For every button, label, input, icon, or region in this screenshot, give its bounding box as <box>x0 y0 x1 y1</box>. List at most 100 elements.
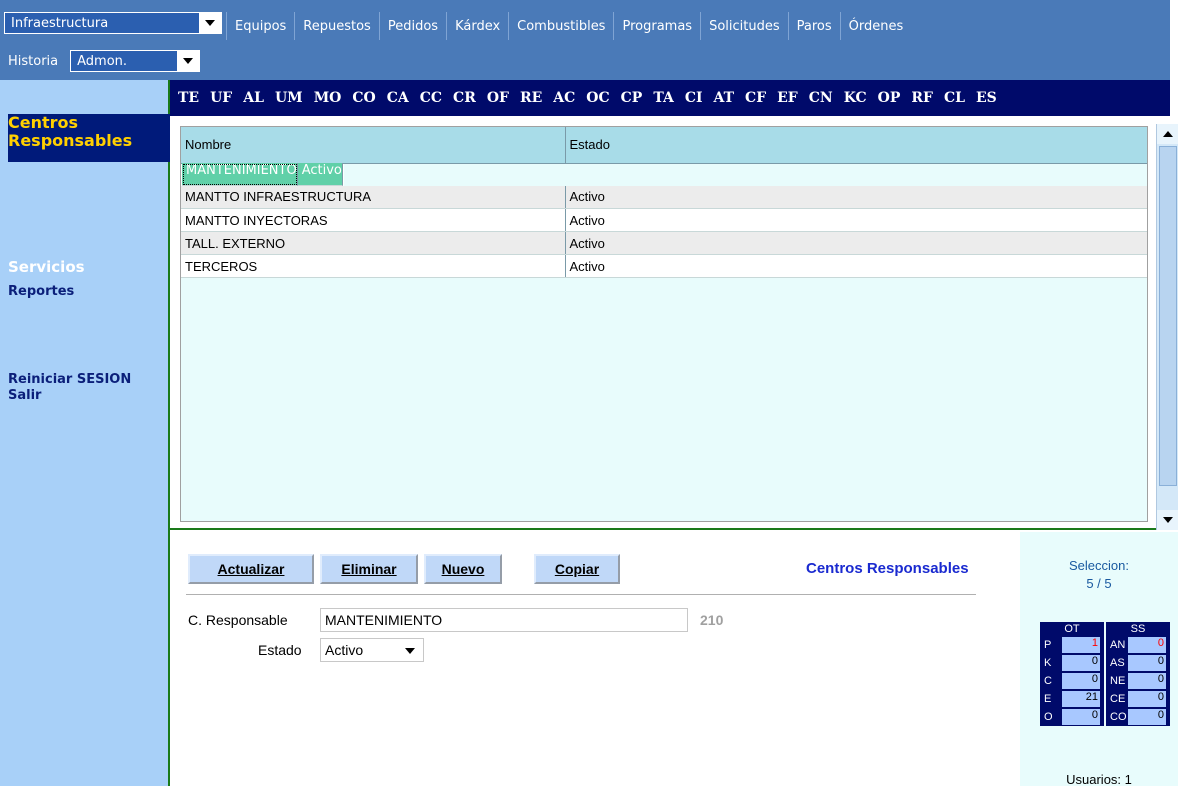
nav-programas[interactable]: Programas <box>613 12 700 40</box>
sidebar-link-salir[interactable]: Salir <box>8 388 41 403</box>
scroll-down-icon[interactable] <box>1157 510 1178 530</box>
cell-nombre[interactable]: MANTENIMIENTO <box>182 163 298 186</box>
table-row[interactable]: MANTTO INFRAESTRUCTURA Activo <box>181 185 1147 209</box>
sidebar-services-heading: Servicios <box>8 258 85 276</box>
estado-select[interactable]: Activo <box>320 638 424 662</box>
ss-counter-key: NE <box>1110 675 1126 687</box>
copy-button[interactable]: Copiar <box>534 554 620 584</box>
cell-estado[interactable]: Activo <box>297 163 343 186</box>
vertical-scrollbar[interactable] <box>1156 124 1178 530</box>
ss-counter-value[interactable]: 0 <box>1128 637 1166 653</box>
code-link-cp[interactable]: CP <box>621 90 643 106</box>
cell-nombre[interactable]: TERCEROS <box>181 254 566 278</box>
column-header-estado[interactable]: Estado <box>565 127 1147 164</box>
code-link-es[interactable]: ES <box>976 90 997 106</box>
cell-estado[interactable]: Activo <box>565 208 1147 232</box>
cell-estado[interactable]: Activo <box>565 254 1147 278</box>
scroll-thumb[interactable] <box>1159 146 1177 486</box>
code-link-rf[interactable]: RF <box>911 90 933 106</box>
table-row[interactable]: MANTENIMIENTO Activo <box>181 163 344 186</box>
update-button[interactable]: Actualizar <box>188 554 314 584</box>
ss-counter-key: AS <box>1110 657 1125 669</box>
ss-counter-row: CE 0 <box>1106 690 1170 708</box>
code-link-ta[interactable]: TA <box>653 90 674 106</box>
ss-counter-key: AN <box>1110 639 1126 651</box>
nav-ordenes[interactable]: Órdenes <box>839 12 912 40</box>
code-link-of[interactable]: OF <box>487 90 509 106</box>
code-link-um[interactable]: UM <box>275 90 303 106</box>
ot-counter-key: O <box>1044 711 1053 723</box>
code-link-co[interactable]: CO <box>352 90 375 106</box>
code-link-cn[interactable]: CN <box>809 90 833 106</box>
code-link-cf[interactable]: CF <box>745 90 766 106</box>
ot-counter-row: K0 <box>1040 654 1104 672</box>
ss-counter-row: AN 0 <box>1106 636 1170 654</box>
code-link-ca[interactable]: CA <box>387 90 409 106</box>
ss-counter-value[interactable]: 0 <box>1128 709 1166 725</box>
nav-combustibles[interactable]: Combustibles <box>508 12 613 40</box>
ss-counter-value[interactable]: 0 <box>1128 691 1166 707</box>
table-row[interactable]: MANTTO INYECTORAS Activo <box>181 208 1147 232</box>
admin-select[interactable]: Admon. <box>70 50 201 72</box>
column-header-nombre[interactable]: Nombre <box>181 127 566 164</box>
c-responsable-input[interactable]: MANTENIMIENTO <box>320 608 688 632</box>
table-row[interactable]: TERCEROS Activo <box>181 254 1147 278</box>
delete-button[interactable]: Eliminar <box>320 554 418 584</box>
code-link-re[interactable]: RE <box>520 90 542 106</box>
ot-counter-key: C <box>1044 675 1052 687</box>
code-link-kc[interactable]: KC <box>844 90 867 106</box>
ot-counter-key: E <box>1044 693 1052 705</box>
code-link-cc[interactable]: CC <box>420 90 442 106</box>
code-link-op[interactable]: OP <box>878 90 901 106</box>
ot-counter-value[interactable]: 1 <box>1062 637 1100 653</box>
ot-counter-value[interactable]: 0 <box>1062 709 1100 725</box>
nav-solicitudes[interactable]: Solicitudes <box>700 12 788 40</box>
sidebar-title: Centros Responsables <box>8 114 170 162</box>
code-link-uf[interactable]: UF <box>210 90 232 106</box>
ss-title: SS <box>1130 623 1146 635</box>
cell-estado[interactable]: Activo <box>565 185 1147 209</box>
ss-counter-value[interactable]: 0 <box>1128 673 1166 689</box>
ot-counter-value[interactable]: 0 <box>1062 673 1100 689</box>
table-row[interactable]: TALL. EXTERNO Activo <box>181 231 1147 255</box>
nav-row-secondary: Historia Admon. <box>0 48 1170 74</box>
code-link-cr[interactable]: CR <box>453 90 476 106</box>
scroll-up-icon[interactable] <box>1157 124 1178 144</box>
code-link-at[interactable]: AT <box>714 90 735 106</box>
selection-value: 5 / 5 <box>1086 576 1112 591</box>
code-link-mo[interactable]: MO <box>314 90 342 106</box>
label-estado: Estado <box>258 642 302 658</box>
cell-nombre[interactable]: MANTTO INYECTORAS <box>181 208 566 232</box>
nav-repuestos[interactable]: Repuestos <box>294 12 379 40</box>
cell-nombre[interactable]: MANTTO INFRAESTRUCTURA <box>181 185 566 209</box>
code-link-ci[interactable]: CI <box>685 90 703 106</box>
code-link-ac[interactable]: AC <box>553 90 575 106</box>
users-count: Usuarios: 1 <box>1066 772 1132 786</box>
new-button[interactable]: Nuevo <box>424 554 502 584</box>
centros-table: Nombre Estado MANTENIMIENTO Activo MANTTO … <box>181 127 1147 278</box>
nav-pedidos[interactable]: Pedidos <box>378 12 446 40</box>
ot-counter-value[interactable]: 0 <box>1062 655 1100 671</box>
code-link-te[interactable]: TE <box>178 90 199 106</box>
nav-equipos[interactable]: Equipos <box>226 12 294 40</box>
nav-paros[interactable]: Paros <box>787 12 840 40</box>
record-id: 210 <box>700 612 724 628</box>
nav-historia[interactable]: Historia <box>0 54 66 69</box>
module-select[interactable]: Infraestructura <box>4 12 222 34</box>
ss-counter-value[interactable]: 0 <box>1128 655 1166 671</box>
cell-estado[interactable]: Activo <box>565 231 1147 255</box>
code-link-al[interactable]: AL <box>243 90 264 106</box>
selection-label: Seleccion: <box>1069 558 1129 573</box>
code-bar: TE UF AL UM MO CO CA CC CR OF RE AC OC CP TA CI AT CF EF CN… <box>170 80 1170 116</box>
ot-counter-row: E 21 <box>1040 690 1104 708</box>
code-link-ef[interactable]: EF <box>777 90 798 106</box>
ot-counter-row: O0 <box>1040 708 1104 726</box>
code-link-cl[interactable]: CL <box>944 90 965 106</box>
sidebar-link-reportes[interactable]: Reportes <box>8 284 74 299</box>
nav-kardex[interactable]: Kárdex <box>446 12 508 40</box>
cell-nombre[interactable]: TALL. EXTERNO <box>181 231 566 255</box>
ot-counter-value[interactable]: 21 <box>1062 691 1100 707</box>
code-link-oc[interactable]: OC <box>586 90 609 106</box>
sidebar-link-reiniciar[interactable]: Reiniciar SESION <box>8 372 131 387</box>
table-header-row: Nombre Estado <box>181 127 1147 164</box>
